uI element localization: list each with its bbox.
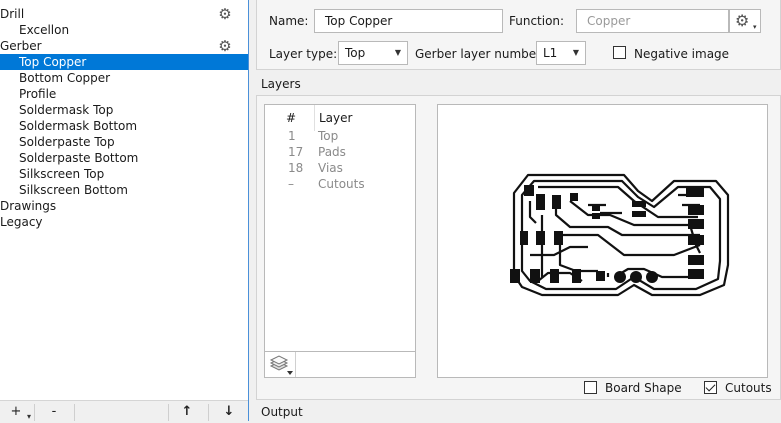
layer-preview [437, 104, 768, 378]
column-divider [314, 105, 315, 131]
tree-item-label: Soldermask Bottom [19, 119, 138, 133]
gear-icon[interactable]: ⚙ [217, 38, 233, 54]
board-shape-checkbox[interactable] [584, 381, 597, 394]
layers-icon [269, 355, 293, 375]
tree-item-label: Gerber [0, 39, 42, 53]
chevron-down-icon: ▼ [572, 48, 579, 57]
tree-item-label: Silkscreen Bottom [19, 183, 128, 197]
tree-item-silkscreen-bottom[interactable]: Silkscreen Bottom [0, 182, 248, 198]
negative-image-label: Negative image [634, 47, 730, 61]
layer-tree[interactable]: Drill ⚙ Excellon Gerber ⚙ Top Copper Bot… [0, 0, 248, 400]
tree-item-label: Drawings [0, 199, 57, 213]
tree-toolbar: + ▾ - ↑ ↓ [0, 400, 248, 421]
chevron-down-icon: ▾ [753, 23, 757, 31]
layer-number: 17 [288, 145, 304, 159]
tree-item-top-copper[interactable]: Top Copper [0, 54, 248, 70]
function-label: Function: [509, 14, 565, 28]
tree-item-label: Soldermask Top [19, 103, 114, 117]
tree-item-excellon[interactable]: Excellon [0, 22, 248, 38]
toolbar-separator [34, 404, 35, 421]
name-label: Name: [269, 14, 309, 28]
layers-menu-button[interactable] [267, 354, 294, 376]
layer-name: Vias [318, 161, 343, 175]
layer-number: – [288, 177, 294, 191]
toolbar-separator [208, 404, 209, 421]
cutouts-label: Cutouts [725, 381, 772, 395]
remove-button[interactable]: - [44, 401, 64, 422]
layer-type-label: Layer type: [269, 47, 338, 61]
tree-item-profile[interactable]: Profile [0, 86, 248, 102]
function-field[interactable]: Copper [576, 9, 729, 33]
gerber-layer-number-label: Gerber layer number: [415, 47, 545, 61]
name-value: Top Copper [325, 14, 393, 28]
function-settings-button[interactable]: ⚙ ▾ [729, 9, 761, 33]
tree-item-drawings[interactable]: Drawings [0, 198, 248, 214]
layer-number: 1 [288, 129, 296, 143]
gear-icon[interactable]: ⚙ [217, 6, 233, 22]
layer-number: 18 [288, 161, 304, 175]
layer-tree-panel: Drill ⚙ Excellon Gerber ⚙ Top Copper Bot… [0, 0, 249, 421]
tree-item-soldermask-bottom[interactable]: Soldermask Bottom [0, 118, 248, 134]
layer-type-select[interactable]: Top ▼ [338, 41, 408, 65]
tree-item-label: Silkscreen Top [19, 167, 105, 181]
layer-name: Pads [318, 145, 346, 159]
tree-item-drill[interactable]: Drill ⚙ [0, 6, 248, 22]
move-up-button[interactable]: ↑ [176, 401, 198, 422]
board-shape-label: Board Shape [605, 381, 682, 395]
tree-item-silkscreen-top[interactable]: Silkscreen Top [0, 166, 248, 182]
tree-item-label: Bottom Copper [19, 71, 111, 85]
tree-item-label: Solderpaste Bottom [19, 151, 139, 165]
add-dropdown-icon[interactable]: ▾ [27, 412, 31, 421]
move-down-button[interactable]: ↓ [218, 401, 240, 422]
tree-item-soldermask-top[interactable]: Soldermask Top [0, 102, 248, 118]
function-placeholder: Copper [587, 14, 631, 28]
tree-item-solderpaste-bottom[interactable]: Solderpaste Bottom [0, 150, 248, 166]
tree-item-legacy[interactable]: Legacy [0, 214, 248, 230]
layer-list-toolbar [264, 352, 416, 378]
gerber-layer-number-select[interactable]: L1 ▼ [536, 41, 586, 65]
tree-item-label: Drill [0, 7, 25, 21]
toolbar-separator [168, 404, 169, 421]
name-field[interactable]: Top Copper [314, 9, 503, 33]
column-header-number[interactable]: # [286, 111, 296, 125]
tree-item-label: Legacy [0, 215, 43, 229]
add-button[interactable]: + [6, 401, 26, 422]
layer-type-value: Top [345, 46, 366, 60]
tree-item-label: Excellon [19, 23, 70, 37]
chevron-down-icon: ▼ [394, 48, 401, 57]
layers-section-title: Layers [261, 77, 301, 91]
output-section-title: Output [261, 405, 303, 419]
layer-name: Top [318, 129, 339, 143]
tree-item-solderpaste-top[interactable]: Solderpaste Top [0, 134, 248, 150]
cutouts-checkbox[interactable] [704, 381, 717, 394]
layer-name: Cutouts [318, 177, 365, 191]
layer-list[interactable]: # Layer 1 Top 17 Pads 18 Vias – Cutouts [264, 104, 416, 352]
toolbar-separator [295, 352, 296, 377]
tree-item-bottom-copper[interactable]: Bottom Copper [0, 70, 248, 86]
toolbar-separator [74, 404, 75, 421]
negative-image-checkbox[interactable] [613, 46, 626, 59]
gear-icon: ⚙ [735, 11, 750, 30]
tree-item-gerber[interactable]: Gerber ⚙ [0, 38, 248, 54]
tree-item-label: Top Copper [19, 55, 87, 69]
tree-item-label: Profile [19, 87, 57, 101]
gerber-layer-number-value: L1 [543, 46, 558, 60]
tree-item-label: Solderpaste Top [19, 135, 115, 149]
pcb-preview-image [510, 173, 730, 297]
column-header-layer[interactable]: Layer [319, 111, 352, 125]
